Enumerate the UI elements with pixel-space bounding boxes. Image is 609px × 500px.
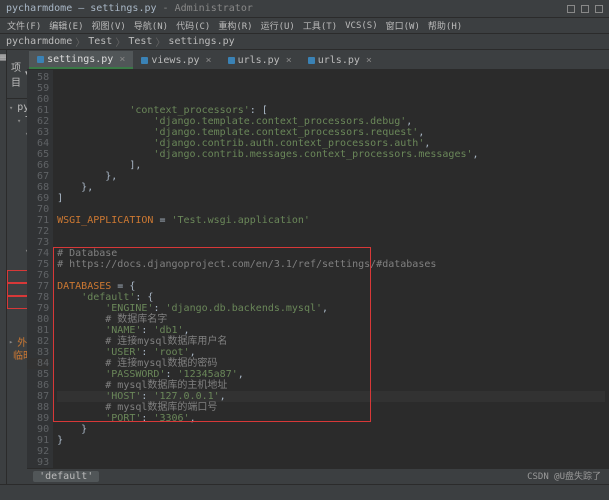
app-title: pycharmdome – settings.py <box>6 3 157 14</box>
project-sidebar[interactable]: 项目▼ ⊕ ÷ ✕ — ▾pycharmdome D:\pycharmdome … <box>7 50 27 484</box>
gutter[interactable]: 5859606162636465666768697071727374757677… <box>27 70 53 468</box>
project-tool-button: ▦ <box>0 52 6 63</box>
menu-item[interactable]: 导航(N) <box>131 19 171 32</box>
toolwindow-strip-left[interactable]: ▦ <box>0 50 7 484</box>
crumb[interactable]: settings.py <box>168 36 234 47</box>
tree-node[interactable]: models.py <box>7 192 27 205</box>
watermark: CSDN @U盘失踪了 <box>527 469 601 482</box>
breadcrumb[interactable]: pycharmdome〉Test〉Test〉settings.py <box>0 34 609 50</box>
structure-tab: 'default' <box>33 471 99 482</box>
tree-node[interactable]: wsgi.py <box>7 309 27 322</box>
crumb[interactable]: pycharmdome <box>6 36 72 47</box>
editor-tab[interactable]: urls.py× <box>220 51 300 69</box>
editor-area: settings.py×views.py×urls.py×urls.py× 58… <box>27 50 609 484</box>
menu-item[interactable]: 运行(U) <box>258 19 298 32</box>
menu-item[interactable]: 帮助(H) <box>425 19 465 32</box>
tree-node[interactable]: ▸migrations <box>7 140 27 153</box>
menu-item[interactable]: 窗口(W) <box>383 19 423 32</box>
tree-node[interactable]: admin.py <box>7 166 27 179</box>
sidebar-title: 项目 <box>11 59 21 89</box>
tree-node[interactable]: apps.py <box>7 179 27 192</box>
editor-tab[interactable]: settings.py× <box>29 51 133 69</box>
tree-node[interactable]: urls.py <box>7 218 27 231</box>
source[interactable]: 'context_processors': [ 'django.template… <box>53 70 609 468</box>
menu-item[interactable]: 工具(T) <box>300 19 340 32</box>
tree-root[interactable]: ▾pycharmdome D:\pycharmdome <box>7 101 27 114</box>
tree-node[interactable]: __init__.py <box>7 257 27 270</box>
tree-node[interactable]: asgi.py <box>7 270 27 283</box>
menubar[interactable]: 文件(F)编辑(E)视图(V)导航(N)代码(C)重构(R)运行(U)工具(T)… <box>0 18 609 34</box>
code-editor[interactable]: 5859606162636465666768697071727374757677… <box>27 70 609 468</box>
statusbar: CSDN @U盘失踪了 <box>0 484 609 500</box>
tree-node[interactable]: tests.py <box>7 205 27 218</box>
sidebar-header: 项目▼ ⊕ ÷ ✕ — <box>7 50 27 99</box>
tree-node[interactable]: settings.py <box>7 283 27 296</box>
structure-tabs[interactable]: 'default' <box>27 468 609 484</box>
titlebar: pycharmdome – settings.py - Administrato… <box>0 0 609 18</box>
tree-node[interactable]: 临时文件和控制台 <box>7 348 27 361</box>
window-controls[interactable] <box>567 5 603 13</box>
editor-tabs[interactable]: settings.py×views.py×urls.py×urls.py× <box>27 50 609 70</box>
editor-tab[interactable]: urls.py× <box>300 51 380 69</box>
tree-node[interactable]: ▾Test <box>7 114 27 127</box>
tree-node[interactable]: __init__.py <box>7 153 27 166</box>
crumb[interactable]: Test <box>88 36 112 47</box>
editor-tab[interactable]: views.py× <box>133 51 219 69</box>
menu-item[interactable]: 代码(C) <box>173 19 213 32</box>
tree-node[interactable]: views.py <box>7 231 27 244</box>
project-tree[interactable]: ▾pycharmdome D:\pycharmdome ▾Test▾app1▸m… <box>7 99 27 363</box>
tree-node[interactable]: urls.py <box>7 296 27 309</box>
menu-item[interactable]: 编辑(E) <box>46 19 86 32</box>
menu-item[interactable]: 视图(V) <box>89 19 129 32</box>
tree-node[interactable]: ▾app1 <box>7 127 27 140</box>
tree-node[interactable]: ▾Test <box>7 244 27 257</box>
menu-item[interactable]: 文件(F) <box>4 19 44 32</box>
menu-item[interactable]: 重构(R) <box>215 19 255 32</box>
crumb[interactable]: Test <box>128 36 152 47</box>
menu-item[interactable]: VCS(S) <box>342 21 381 31</box>
